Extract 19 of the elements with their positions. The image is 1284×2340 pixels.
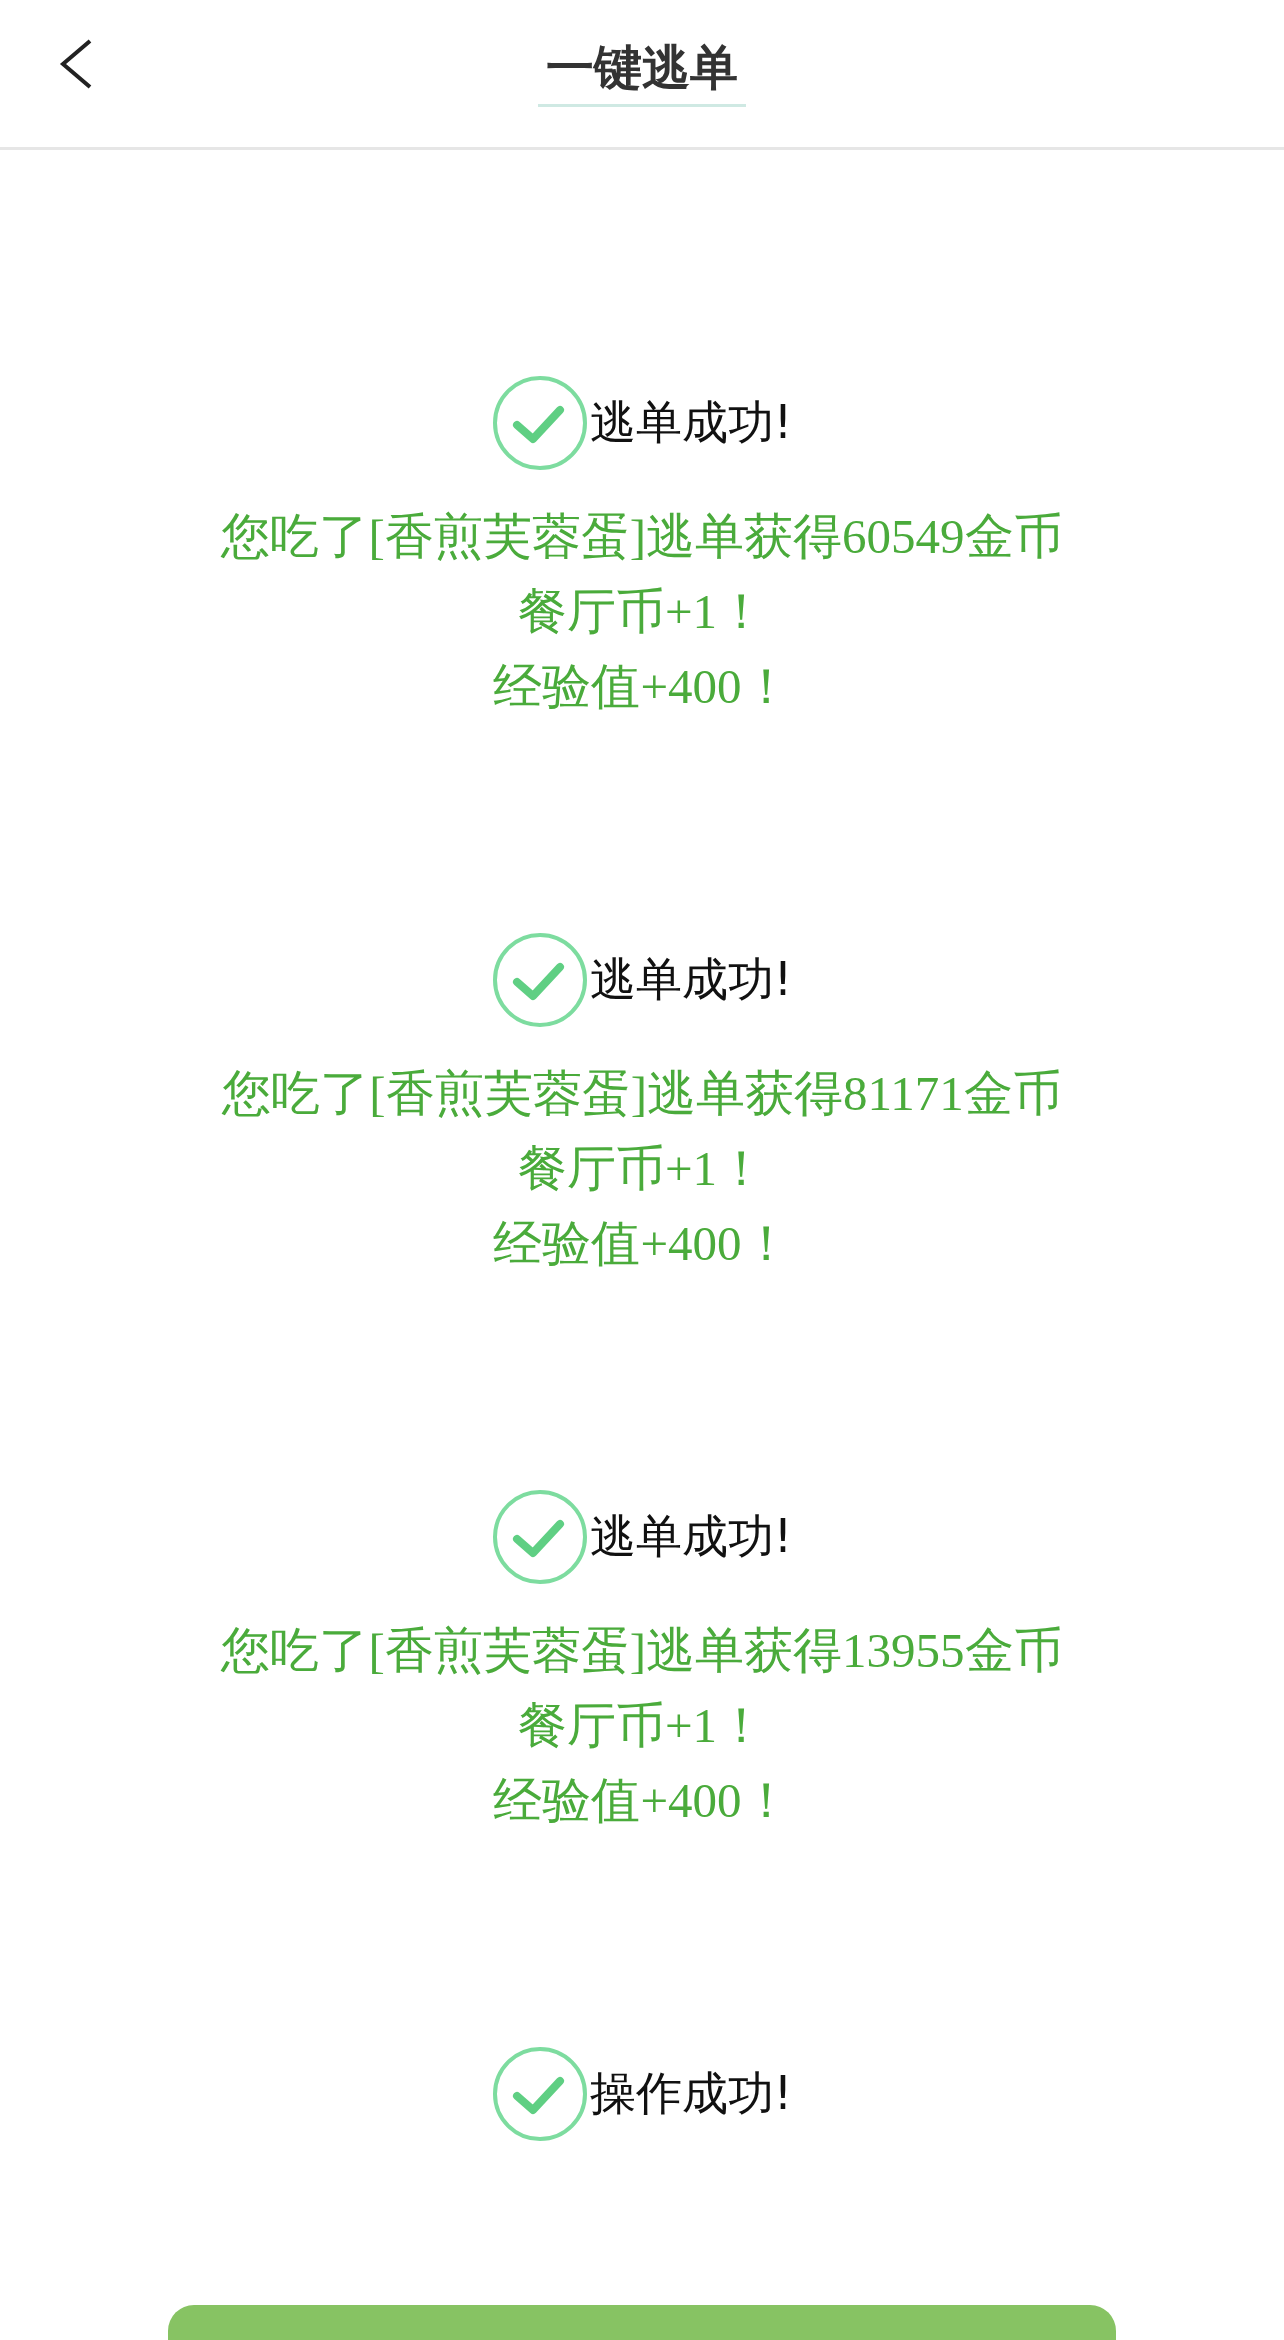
result-text: 餐厅币+1！ (517, 1697, 767, 1755)
result-text: 经验值+400！ (493, 658, 791, 716)
result-text: 餐厅币+1！ (517, 583, 767, 641)
check-circle-icon (491, 932, 588, 1028)
page-title: 一键逃单 (538, 36, 746, 107)
status-text: 逃单成功! (589, 1508, 793, 1565)
result-text: 经验值+400！ (493, 1215, 791, 1273)
result-text: 您吃了[香煎芙蓉蛋]逃单获得81171金币 (222, 1065, 1062, 1123)
result-text: 您吃了[香煎芙蓉蛋]逃单获得60549金币 (221, 508, 1063, 566)
result-text: 经验值+400！ (493, 1772, 791, 1830)
status-text: 逃单成功! (589, 951, 793, 1008)
result-text: 您吃了[香煎芙蓉蛋]逃单获得13955金币 (221, 1622, 1063, 1680)
check-circle-icon (491, 2046, 588, 2142)
check-circle-icon (491, 1489, 588, 1585)
status-text: 逃单成功! (589, 394, 793, 451)
status-text: 操作成功! (589, 2065, 793, 2122)
back-icon[interactable] (58, 38, 94, 90)
check-circle-icon (491, 375, 588, 471)
result-text: 餐厅币+1！ (517, 1140, 767, 1198)
